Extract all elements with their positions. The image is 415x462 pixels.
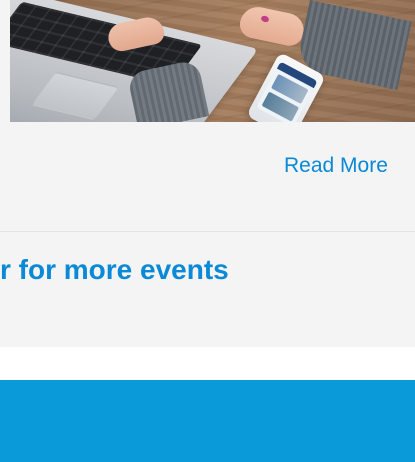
read-more-link[interactable]: Read More (284, 151, 388, 181)
hero-image (10, 0, 415, 122)
section-divider (0, 231, 415, 232)
blue-band (0, 380, 415, 462)
events-heading: r for more events (0, 254, 229, 285)
section-gap (0, 347, 415, 380)
content-area: Read More (0, 0, 415, 232)
